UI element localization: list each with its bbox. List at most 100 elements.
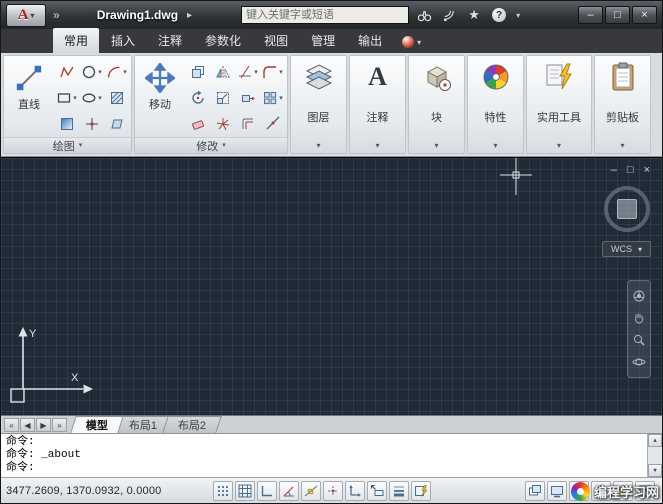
hatch-button[interactable] — [109, 90, 125, 106]
draw-panel-body: 直线 ▾ ▾ ▾ ▾ — [4, 56, 131, 137]
modify-panel-label[interactable]: 修改 ▾ — [135, 137, 287, 153]
line-button[interactable]: 直线 — [6, 59, 52, 112]
communication-center-button[interactable] — [439, 5, 459, 25]
rectangle-button[interactable]: ▾ — [56, 90, 77, 106]
tab-model[interactable]: 模型 — [70, 416, 124, 433]
favorites-star-button[interactable]: ★ — [464, 5, 484, 25]
ribbon-panel-utilities[interactable]: 实用工具 ▾ — [526, 55, 592, 154]
otrack-toggle[interactable] — [323, 481, 343, 501]
polar-toggle[interactable] — [279, 481, 299, 501]
command-history-line: 命令: — [6, 436, 641, 449]
tab-view[interactable]: 视图 — [253, 28, 299, 53]
draw-panel-label[interactable]: 绘图 ▾ — [4, 137, 131, 153]
quickview-layouts-button[interactable] — [525, 481, 545, 501]
tab-manage[interactable]: 管理 — [300, 28, 346, 53]
ribbon-panel-properties[interactable]: 特性 ▾ — [467, 55, 524, 154]
ribbon-panel-draw: 直线 ▾ ▾ ▾ ▾ 绘图 ▾ — [3, 55, 132, 154]
lwt-toggle[interactable] — [389, 481, 409, 501]
viewcube[interactable] — [604, 186, 650, 232]
tab-output[interactable]: 输出 — [347, 28, 393, 53]
move-button[interactable]: 移动 — [137, 59, 183, 112]
chevron-down-icon: ▾ — [375, 141, 379, 151]
ellipse-button[interactable]: ▾ — [81, 90, 102, 106]
arc-button[interactable]: ▾ — [106, 64, 127, 80]
point-button[interactable] — [84, 116, 100, 132]
array-button[interactable]: ▾ — [262, 90, 283, 106]
command-window[interactable]: 命令: 命令: _about 命令: ▲ ▼ — [1, 433, 662, 477]
quick-access-overflow-button[interactable]: » — [51, 8, 62, 22]
circle-button[interactable]: ▾ — [81, 64, 102, 80]
copy-button[interactable] — [190, 64, 206, 80]
wcs-dropdown[interactable]: WCS ▾ — [602, 241, 651, 257]
rotate-button[interactable] — [190, 90, 206, 106]
modify-panel-body: 移动 ▾ ▾ ▾ — [135, 56, 287, 137]
scale-button[interactable] — [215, 90, 231, 106]
doc-minimize-button[interactable]: – — [611, 164, 617, 176]
scroll-down-button[interactable]: ▼ — [648, 464, 662, 477]
explode-button[interactable] — [215, 116, 231, 132]
infocenter-search-input[interactable] — [241, 6, 409, 24]
ucs-y-label: Y — [29, 328, 37, 340]
last-layout-button[interactable]: » — [52, 418, 67, 432]
application-menu-button[interactable]: A ▾ — [6, 4, 46, 27]
tab-parametric[interactable]: 参数化 — [194, 28, 252, 53]
fullscreen-icon — [638, 484, 652, 498]
help-button[interactable]: ? — [489, 5, 509, 25]
offset-icon — [240, 116, 256, 132]
dyn-icon — [370, 484, 384, 498]
doc-close-button[interactable]: × — [644, 164, 650, 176]
cleanscreen-button[interactable] — [635, 481, 655, 501]
previous-layout-button[interactable]: ◀ — [20, 418, 35, 432]
close-button[interactable]: × — [632, 6, 657, 24]
scroll-up-button[interactable]: ▲ — [648, 434, 662, 447]
snap-toggle[interactable] — [213, 481, 233, 501]
region-button[interactable] — [109, 116, 125, 132]
ribbon-panel-layers[interactable]: 图层 ▾ — [290, 55, 347, 154]
chevron-down-icon: ▾ — [279, 95, 283, 102]
ducs-toggle[interactable] — [345, 481, 365, 501]
workspace-switch-button[interactable] — [591, 481, 611, 501]
drawing-area[interactable]: – □ × WCS ▾ Y X — [1, 157, 662, 415]
command-history-line: 命令: _about — [6, 449, 641, 462]
ribbon-panel-annotation[interactable]: A 注释 ▾ — [349, 55, 406, 154]
ribbon-panel-clipboard[interactable]: 剪贴板 ▾ — [594, 55, 651, 154]
polyline-button[interactable] — [59, 64, 75, 80]
navigation-bar[interactable] — [627, 280, 651, 378]
tab-layout2[interactable]: 布局2 — [162, 416, 222, 433]
ortho-toggle[interactable] — [257, 481, 277, 501]
dyn-toggle[interactable] — [367, 481, 387, 501]
offset-button[interactable] — [240, 116, 256, 132]
command-scrollbar[interactable]: ▲ ▼ — [647, 434, 662, 477]
qp-toggle[interactable] — [411, 481, 431, 501]
annotation-scale-button[interactable] — [569, 481, 589, 501]
quick-properties-icon — [414, 484, 428, 498]
trim-button[interactable]: ▾ — [237, 64, 258, 80]
tab-insert[interactable]: 插入 — [100, 28, 146, 53]
gradient-button[interactable] — [59, 116, 75, 132]
fillet-button[interactable]: ▾ — [262, 64, 283, 80]
doc-restore-button[interactable]: □ — [627, 164, 634, 176]
maximize-button[interactable]: □ — [605, 6, 630, 24]
help-dropdown-caret[interactable]: ▾ — [514, 11, 522, 20]
clipboard-icon — [607, 61, 639, 93]
ellipse-icon — [81, 90, 97, 106]
layers-panel-label: 图层 — [308, 109, 330, 125]
quickview-drawings-button[interactable] — [547, 481, 567, 501]
osnap-toggle[interactable] — [301, 481, 321, 501]
command-prompt[interactable]: 命令: — [6, 462, 641, 475]
tab-annotate[interactable]: 注释 — [147, 28, 193, 53]
grid-toggle[interactable] — [235, 481, 255, 501]
minimize-button[interactable]: – — [578, 6, 603, 24]
search-binoculars-button[interactable] — [414, 5, 434, 25]
ribbon-options-dropdown[interactable]: ▾ — [394, 36, 429, 53]
ribbon-panel-block[interactable]: 块 ▾ — [408, 55, 465, 154]
next-layout-button[interactable]: ▶ — [36, 418, 51, 432]
join-button[interactable] — [265, 116, 281, 132]
autocad-window: A ▾ » Drawing1.dwg ▸ ★ ? ▾ – □ × 常用 插入 注… — [0, 0, 663, 504]
lock-ui-button[interactable] — [613, 481, 633, 501]
stretch-button[interactable] — [240, 90, 256, 106]
erase-button[interactable] — [190, 116, 206, 132]
mirror-button[interactable] — [215, 64, 231, 80]
tab-home[interactable]: 常用 — [53, 28, 99, 53]
first-layout-button[interactable]: « — [4, 418, 19, 432]
